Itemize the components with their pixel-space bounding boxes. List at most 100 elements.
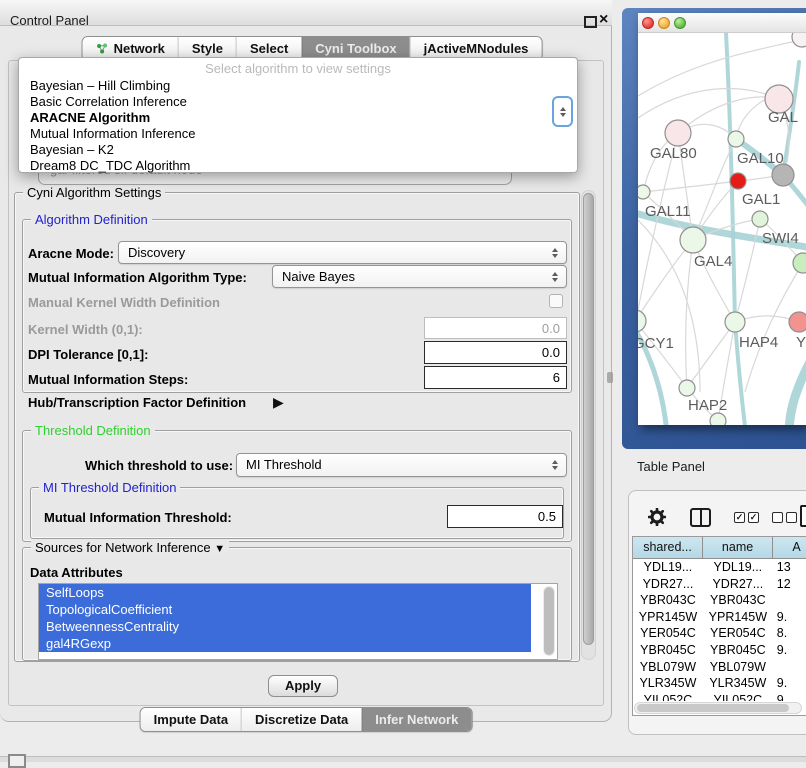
gear-icon[interactable] xyxy=(648,508,666,531)
table-cell[interactable]: 9. xyxy=(773,692,806,701)
table-row[interactable]: YLR345WYLR345W9. xyxy=(633,675,806,692)
document-icon[interactable] xyxy=(800,505,806,527)
table-row[interactable]: YDL19...YDL19...13 xyxy=(633,559,806,576)
attribute-item-topologicalcoefficient[interactable]: TopologicalCoefficient xyxy=(39,601,531,618)
mi-steps-field[interactable]: 6 xyxy=(424,366,567,389)
apply-button[interactable]: Apply xyxy=(268,675,338,697)
mi-threshold-field[interactable]: 0.5 xyxy=(447,505,563,528)
network-node-gal10[interactable] xyxy=(728,131,744,147)
algorithm-option-bayesian-k2[interactable]: Bayesian – K2 xyxy=(19,142,577,158)
network-node-hap2[interactable] xyxy=(679,380,695,396)
table-row[interactable]: YER054CYER054C8. xyxy=(633,625,806,642)
table-cell[interactable] xyxy=(773,659,806,676)
table-row[interactable]: YPR145WYPR145W9. xyxy=(633,609,806,626)
table-cell[interactable]: YLR345W xyxy=(633,675,703,692)
settings-vertical-scrollbar[interactable] xyxy=(581,190,596,660)
network-node-swi4[interactable] xyxy=(793,253,806,273)
network-node-gal80[interactable] xyxy=(665,120,691,146)
expand-right-icon[interactable]: ▶ xyxy=(273,394,284,411)
table-row[interactable]: YBL079WYBL079W xyxy=(633,659,806,676)
network-node-hap4[interactable] xyxy=(725,312,745,332)
close-icon[interactable]: × xyxy=(599,10,608,30)
table-cell[interactable]: YPR145W xyxy=(703,609,773,626)
zoom-traffic-light-icon[interactable] xyxy=(674,17,686,29)
table-row[interactable]: YIL052CYIL052C9. xyxy=(633,692,806,701)
which-threshold-combo[interactable]: MI Threshold xyxy=(236,453,567,477)
close-traffic-light-icon[interactable] xyxy=(642,17,654,29)
network-node-gal4[interactable] xyxy=(680,227,706,253)
network-node-gal11[interactable] xyxy=(638,185,650,199)
table-cell[interactable]: 9. xyxy=(773,675,806,692)
table-cell[interactable]: 13 xyxy=(773,559,806,576)
network-node[interactable] xyxy=(710,413,726,425)
table-row[interactable]: YDR27...YDR27...12 xyxy=(633,576,806,593)
tab-discretize-data[interactable]: Discretize Data xyxy=(241,708,361,731)
network-node[interactable] xyxy=(772,164,794,186)
algorithm-option-basic-correlation-inference[interactable]: Basic Correlation Inference xyxy=(19,94,577,110)
network-node-y[interactable] xyxy=(789,312,806,332)
table-cell[interactable]: YBR045C xyxy=(633,642,703,659)
table-cell[interactable]: 8. xyxy=(773,625,806,642)
table-cell[interactable]: YIL052C xyxy=(633,692,703,701)
unchecked-checkbox-icon[interactable] xyxy=(772,512,783,523)
table-cell[interactable]: 12 xyxy=(773,576,806,593)
table-cell[interactable]: 9. xyxy=(773,642,806,659)
panel-splitter-grip[interactable] xyxy=(607,372,613,383)
collapse-down-icon[interactable]: ▼ xyxy=(214,543,225,555)
attributes-scrollbar[interactable] xyxy=(543,586,555,656)
minimize-traffic-light-icon[interactable] xyxy=(658,17,670,29)
float-window-icon[interactable] xyxy=(584,16,597,28)
dpi-tolerance-field[interactable]: 0.0 xyxy=(424,341,567,364)
table-cell[interactable]: YBL079W xyxy=(633,659,703,676)
column-header-shared[interactable]: shared... xyxy=(633,537,703,559)
tab-impute-data[interactable]: Impute Data xyxy=(141,708,241,731)
checked-checkbox-icon[interactable]: ✓ xyxy=(748,512,759,523)
attribute-item-betweennesscentrality[interactable]: BetweennessCentrality xyxy=(39,618,531,635)
column-header-name[interactable]: name xyxy=(703,537,773,559)
network-node-gcy1[interactable] xyxy=(638,310,646,332)
table-cell[interactable]: YIL052C xyxy=(703,692,773,701)
checked-checkbox-icon[interactable]: ✓ xyxy=(734,512,745,523)
attribute-item-gal4rgexp[interactable]: gal4RGexp xyxy=(39,635,531,652)
scrollbar-thumb[interactable] xyxy=(637,704,789,712)
manual-kernel-checkbox[interactable] xyxy=(549,294,563,308)
data-attributes-list[interactable]: SelfLoopsTopologicalCoefficientBetweenne… xyxy=(38,583,558,660)
table-cell[interactable]: YER054C xyxy=(703,625,773,642)
algorithm-combo-focus-cap[interactable] xyxy=(552,96,573,127)
table-cell[interactable]: YBR043C xyxy=(703,592,773,609)
attribute-item-selfloops[interactable]: SelfLoops xyxy=(39,584,531,601)
algorithm-option-dream8-dc-tdc-algorithm[interactable]: Dream8 DC_TDC Algorithm xyxy=(19,158,577,174)
table-cell[interactable]: 9. xyxy=(773,609,806,626)
network-view[interactable]: GALGAL80GAL10GAL11GAL1SWI4GAL4GCY1HAP4YH… xyxy=(638,33,806,425)
table-cell[interactable] xyxy=(773,592,806,609)
network-node-gal1[interactable] xyxy=(752,211,768,227)
algorithm-option-mutual-information-inference[interactable]: Mutual Information Inference xyxy=(19,126,577,142)
table-cell[interactable]: YBR043C xyxy=(633,592,703,609)
kernel-width-field[interactable]: 0.0 xyxy=(424,317,567,339)
table-cell[interactable]: YDL19... xyxy=(703,559,773,576)
network-node[interactable] xyxy=(792,33,806,47)
table-row[interactable]: YBR045CYBR045C9. xyxy=(633,642,806,659)
column-header-a[interactable]: A xyxy=(773,537,806,559)
table-cell[interactable]: YPR145W xyxy=(633,609,703,626)
table-cell[interactable]: YDL19... xyxy=(633,559,703,576)
table-cell[interactable]: YER054C xyxy=(633,625,703,642)
algorithm-option-bayesian-hill-climbing[interactable]: Bayesian – Hill Climbing xyxy=(19,78,577,94)
corner-widget-icon[interactable] xyxy=(8,754,26,768)
algorithm-option-aracne-algorithm[interactable]: ARACNE Algorithm xyxy=(19,110,577,126)
table-cell[interactable]: YDR27... xyxy=(703,576,773,593)
split-panel-icon[interactable] xyxy=(690,508,711,527)
aracne-mode-combo[interactable]: Discovery xyxy=(118,241,567,264)
tab-infer-network[interactable]: Infer Network xyxy=(361,708,471,731)
scrollbar-thumb[interactable] xyxy=(544,587,554,655)
table-cell[interactable]: YBL079W xyxy=(703,659,773,676)
table-row[interactable]: YBR043CYBR043C xyxy=(633,592,806,609)
table-cell[interactable]: YBR045C xyxy=(703,642,773,659)
unchecked-checkbox-icon[interactable] xyxy=(786,512,797,523)
table-horizontal-scrollbar[interactable] xyxy=(634,702,802,714)
table-cell[interactable]: YDR27... xyxy=(633,576,703,593)
mi-type-combo[interactable]: Naive Bayes xyxy=(272,265,567,288)
table-cell[interactable]: YLR345W xyxy=(703,675,773,692)
scrollbar-thumb[interactable] xyxy=(583,193,594,645)
network-node[interactable] xyxy=(730,173,746,189)
